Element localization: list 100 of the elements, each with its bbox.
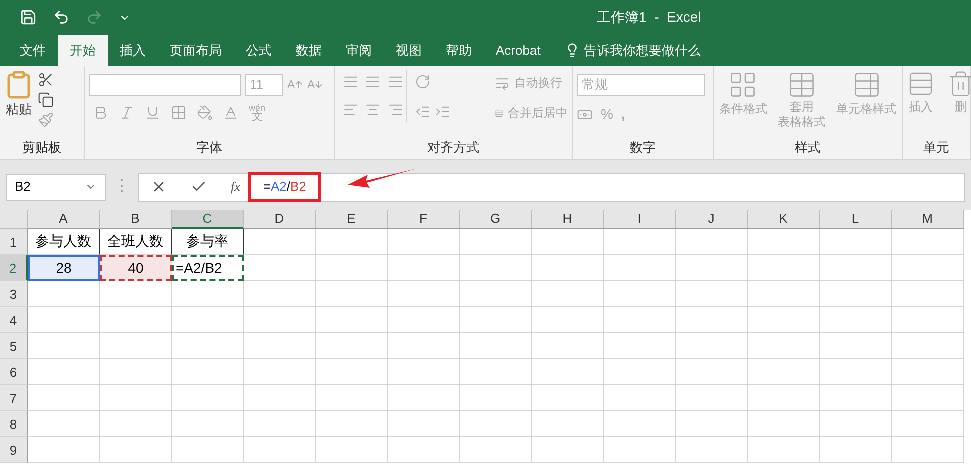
column-header[interactable]: A [28,210,100,229]
table-cell[interactable] [532,333,604,359]
paste-button[interactable]: 粘贴 [4,70,34,120]
table-cell[interactable] [892,359,964,385]
scissors-icon[interactable] [38,72,54,88]
function-icon[interactable]: fx [231,177,240,197]
table-cell[interactable] [820,255,892,281]
table-cell[interactable] [676,307,748,333]
table-cell[interactable] [748,411,820,437]
table-cell[interactable] [244,281,316,307]
table-cell[interactable] [244,229,316,255]
table-cell[interactable] [460,281,532,307]
table-cell[interactable] [28,385,100,411]
column-header[interactable]: H [532,210,604,229]
table-cell[interactable] [532,437,604,463]
column-header[interactable]: B [100,210,172,229]
row-header[interactable]: 6 [0,359,28,385]
table-cell[interactable] [892,255,964,281]
table-cell[interactable] [28,437,100,463]
align-center-icon[interactable] [365,102,382,118]
table-cell[interactable] [100,281,172,307]
table-cell[interactable] [604,437,676,463]
table-cell[interactable] [172,437,244,463]
copy-icon[interactable] [38,92,54,108]
table-cell[interactable] [388,255,460,281]
row-header[interactable]: 8 [0,411,28,437]
table-cell[interactable] [316,437,388,463]
table-cell[interactable] [892,437,964,463]
table-cell[interactable] [388,359,460,385]
ribbon-tab[interactable]: 帮助 [434,35,484,66]
italic-icon[interactable] [119,105,135,121]
underline-icon[interactable] [145,105,161,121]
column-header[interactable]: K [748,210,820,229]
table-cell[interactable] [28,307,100,333]
ribbon-tab[interactable]: 页面布局 [158,35,234,66]
table-cell[interactable] [604,255,676,281]
table-cell[interactable] [532,411,604,437]
column-header[interactable]: C [172,210,244,229]
table-cell[interactable] [604,385,676,411]
table-cell[interactable] [100,333,172,359]
table-cell[interactable] [820,411,892,437]
table-cell[interactable] [316,281,388,307]
ribbon-tab[interactable]: 开始 [58,35,108,66]
row-header[interactable]: 9 [0,437,28,463]
table-cell[interactable] [892,229,964,255]
table-cell[interactable] [460,385,532,411]
table-cell[interactable] [460,307,532,333]
table-cell[interactable] [388,437,460,463]
table-cell[interactable] [748,385,820,411]
table-cell[interactable] [388,385,460,411]
table-cell[interactable] [244,307,316,333]
table-cell[interactable] [460,359,532,385]
decrease-indent-icon[interactable] [414,104,431,120]
table-cell[interactable] [100,385,172,411]
table-cell[interactable]: 28 [28,255,100,281]
align-right-icon[interactable] [388,102,404,118]
ribbon-tab[interactable]: 视图 [384,35,434,66]
ribbon-tab[interactable]: 插入 [108,35,158,66]
ribbon-tab[interactable]: Acrobat [484,35,553,66]
table-cell[interactable] [172,359,244,385]
column-header[interactable]: I [604,210,676,229]
row-header[interactable]: 3 [0,281,28,307]
table-cell[interactable] [460,255,532,281]
table-cell[interactable] [748,359,820,385]
table-cell[interactable] [172,333,244,359]
table-cell[interactable] [460,333,532,359]
increase-indent-icon[interactable] [434,104,451,120]
align-left-icon[interactable] [343,102,359,118]
table-cell[interactable] [748,333,820,359]
table-cell[interactable] [172,411,244,437]
table-cell[interactable] [892,281,964,307]
table-cell[interactable]: 参与人数 [28,229,100,255]
row-header[interactable]: 7 [0,385,28,411]
row-header[interactable]: 5 [0,333,28,359]
column-header[interactable]: J [676,210,748,229]
table-cell[interactable] [532,385,604,411]
table-cell[interactable] [244,255,316,281]
bottom-align-icon[interactable] [388,74,404,90]
table-cell[interactable] [100,437,172,463]
table-cell[interactable] [172,385,244,411]
table-cell[interactable] [28,359,100,385]
table-cell[interactable] [244,385,316,411]
redo-icon[interactable] [86,9,103,26]
row-header[interactable]: 4 [0,307,28,333]
table-cell[interactable] [100,359,172,385]
ribbon-tab[interactable]: 文件 [8,35,58,66]
table-cell[interactable] [28,411,100,437]
undo-icon[interactable] [53,9,70,26]
table-cell[interactable] [604,229,676,255]
table-cell[interactable] [100,307,172,333]
table-cell[interactable] [676,385,748,411]
save-icon[interactable] [20,9,37,26]
table-cell[interactable] [676,411,748,437]
table-cell[interactable] [820,437,892,463]
table-cell[interactable] [748,255,820,281]
table-cell[interactable] [820,359,892,385]
table-cell[interactable] [532,281,604,307]
table-cell[interactable] [316,307,388,333]
table-cell[interactable] [676,229,748,255]
top-align-icon[interactable] [343,74,359,90]
